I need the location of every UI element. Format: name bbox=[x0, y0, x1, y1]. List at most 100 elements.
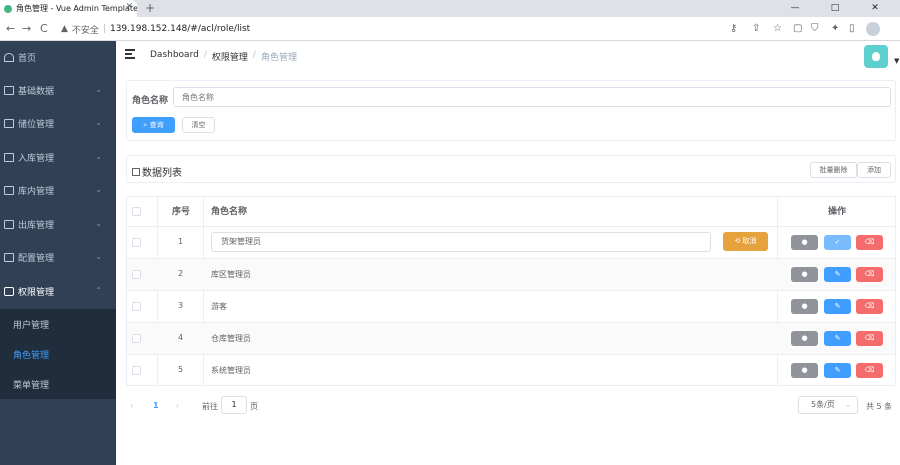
delete-button[interactable]: ⌫ bbox=[856, 235, 883, 250]
trash-icon: ⌫ bbox=[864, 302, 875, 310]
breadcrumb-permissions[interactable]: 权限管理 bbox=[212, 50, 248, 63]
table-row: 1 货架管理员 ⟲ 取消 ● ✓ ⌫ bbox=[127, 226, 895, 258]
pencil-icon: ✎ bbox=[834, 366, 841, 374]
sidebar-item-label: 权限管理 bbox=[18, 288, 55, 298]
page-number[interactable]: 1 bbox=[153, 401, 159, 410]
insecure-label: 不安全 bbox=[71, 25, 99, 36]
shield-icon[interactable]: ⛉ bbox=[811, 22, 819, 36]
sidebar-subitem-menus[interactable]: 菜单管理 bbox=[0, 369, 116, 399]
sidebar-subitem-users[interactable]: 用户管理 bbox=[0, 309, 116, 339]
share-icon[interactable]: ⇪ bbox=[752, 22, 760, 36]
select-all-checkbox[interactable] bbox=[132, 207, 141, 216]
caret-down-icon[interactable]: ▼ bbox=[894, 57, 899, 65]
tab-title: 角色管理 - Vue Admin Template bbox=[16, 4, 137, 13]
top-navbar: Dashboard / 权限管理 / 角色管理 ▼ bbox=[116, 41, 900, 71]
back-button[interactable]: ← bbox=[6, 21, 15, 37]
row-checkbox[interactable] bbox=[132, 302, 141, 311]
sidebar-item-config[interactable]: 配置管理 ⌄ bbox=[0, 241, 116, 274]
delete-button[interactable]: ⌫ bbox=[856, 331, 883, 346]
sidebar-item-home[interactable]: 首页 bbox=[0, 41, 116, 74]
breadcrumb-separator: / bbox=[252, 50, 256, 60]
delete-button[interactable]: ⌫ bbox=[856, 363, 883, 378]
edit-button[interactable]: ✎ bbox=[824, 363, 851, 378]
table-icon bbox=[4, 220, 14, 229]
chevron-down-icon: ⌄ bbox=[845, 401, 851, 409]
sidebar-subitem-roles[interactable]: 角色管理 bbox=[0, 339, 116, 369]
info-button[interactable]: ● bbox=[791, 267, 818, 282]
sidebar-item-permissions[interactable]: 权限管理 ⌃ bbox=[0, 275, 116, 308]
next-page-icon[interactable]: › bbox=[176, 401, 179, 410]
trash-icon: ⌫ bbox=[864, 238, 875, 246]
window-minimize-button[interactable]: — bbox=[780, 0, 810, 17]
profile-avatar[interactable] bbox=[866, 22, 880, 36]
search-form: 角色名称 ⌕ 查询 清空 bbox=[126, 80, 896, 141]
delete-button[interactable]: ⌫ bbox=[856, 267, 883, 282]
header-index: 序号 bbox=[172, 207, 191, 217]
sidebar-item-basic-data[interactable]: 基础数据 ⌄ bbox=[0, 74, 116, 107]
tickets-icon bbox=[132, 167, 140, 176]
info-button[interactable]: ● bbox=[791, 363, 818, 378]
info-button[interactable]: ● bbox=[791, 235, 818, 250]
window-close-button[interactable]: ✕ bbox=[860, 0, 890, 17]
search-button-label: 查询 bbox=[149, 121, 164, 129]
add-button[interactable]: 添加 bbox=[857, 162, 891, 178]
row-checkbox[interactable] bbox=[132, 334, 141, 343]
info-button[interactable]: ● bbox=[791, 331, 818, 346]
row-role-name: 系统管理员 bbox=[211, 366, 251, 375]
search-button[interactable]: ⌕ 查询 bbox=[132, 117, 175, 133]
row-index: 3 bbox=[178, 301, 184, 310]
delete-button[interactable]: ⌫ bbox=[856, 299, 883, 314]
role-name-input[interactable] bbox=[173, 87, 891, 107]
role-name-edit-input[interactable]: 货架管理员 bbox=[211, 232, 711, 252]
browser-tab[interactable]: 角色管理 - Vue Admin Template ✕ bbox=[0, 0, 137, 17]
row-checkbox[interactable] bbox=[132, 366, 141, 375]
forward-button[interactable]: → bbox=[22, 21, 31, 37]
sidebar-subitem-label: 菜单管理 bbox=[13, 380, 50, 391]
cancel-edit-button[interactable]: ⟲ 取消 bbox=[723, 232, 768, 251]
extension-square-icon[interactable]: ▢ bbox=[793, 22, 802, 36]
header-role-name: 角色名称 bbox=[211, 207, 248, 217]
window-maximize-button[interactable]: □ bbox=[820, 0, 850, 17]
breadcrumb-dashboard[interactable]: Dashboard bbox=[150, 50, 199, 63]
url-field[interactable]: ▲ 不安全 | 139.198.152.148/#/acl/role/list bbox=[57, 20, 817, 38]
key-icon[interactable]: ⚷ bbox=[730, 22, 737, 36]
batch-delete-button[interactable]: 批量删除 bbox=[810, 162, 857, 178]
chevron-up-icon: ⌃ bbox=[95, 286, 102, 295]
sidebar-item-label: 基础数据 bbox=[18, 87, 55, 97]
sidebar-item-inventory[interactable]: 库内管理 ⌄ bbox=[0, 174, 116, 207]
sidebar-item-label: 首页 bbox=[18, 54, 37, 64]
new-tab-button[interactable]: + bbox=[145, 0, 155, 17]
row-checkbox[interactable] bbox=[132, 238, 141, 247]
sidebar-item-label: 库内管理 bbox=[18, 187, 55, 197]
trash-icon: ⌫ bbox=[864, 366, 875, 374]
user-avatar[interactable] bbox=[864, 45, 888, 68]
sidebar-item-storage[interactable]: 储位管理 ⌄ bbox=[0, 107, 116, 140]
browser-tabbar: 角色管理 - Vue Admin Template ✕ + — □ ✕ bbox=[0, 0, 900, 17]
warning-icon: ▲ bbox=[61, 24, 68, 34]
tab-close-icon[interactable]: ✕ bbox=[125, 2, 133, 12]
vue-favicon-icon bbox=[4, 4, 12, 13]
clear-button[interactable]: 清空 bbox=[182, 117, 215, 133]
row-checkbox[interactable] bbox=[132, 270, 141, 279]
info-icon: ● bbox=[801, 238, 808, 246]
info-icon: ● bbox=[801, 366, 808, 374]
prev-page-icon[interactable]: ‹ bbox=[130, 401, 133, 410]
sidebar-toggle-icon[interactable]: ▯ bbox=[849, 22, 855, 36]
star-icon[interactable]: ☆ bbox=[773, 22, 782, 36]
goto-page-input[interactable]: 1 bbox=[221, 396, 247, 414]
sidebar-item-inbound[interactable]: 入库管理 ⌄ bbox=[0, 141, 116, 174]
page-size-select[interactable]: 5条/页 ⌄ bbox=[798, 396, 858, 414]
sidebar-item-outbound[interactable]: 出库管理 ⌄ bbox=[0, 208, 116, 241]
table-row: 2 库区管理员 ● ✎ ⌫ bbox=[127, 258, 895, 290]
hamburger-icon[interactable] bbox=[125, 49, 135, 59]
row-index: 5 bbox=[178, 365, 184, 374]
edit-button[interactable]: ✎ bbox=[824, 331, 851, 346]
puzzle-icon[interactable]: ✦ bbox=[831, 22, 839, 36]
info-button[interactable]: ● bbox=[791, 299, 818, 314]
confirm-button[interactable]: ✓ bbox=[824, 235, 851, 250]
sidebar: 首页 基础数据 ⌄ 储位管理 ⌄ 入库管理 ⌄ 库内管理 ⌄ 出库管理 ⌄ 配置… bbox=[0, 41, 116, 465]
reload-button[interactable]: C bbox=[40, 21, 48, 37]
edit-button[interactable]: ✎ bbox=[824, 267, 851, 282]
lock-icon bbox=[4, 287, 14, 296]
edit-button[interactable]: ✎ bbox=[824, 299, 851, 314]
